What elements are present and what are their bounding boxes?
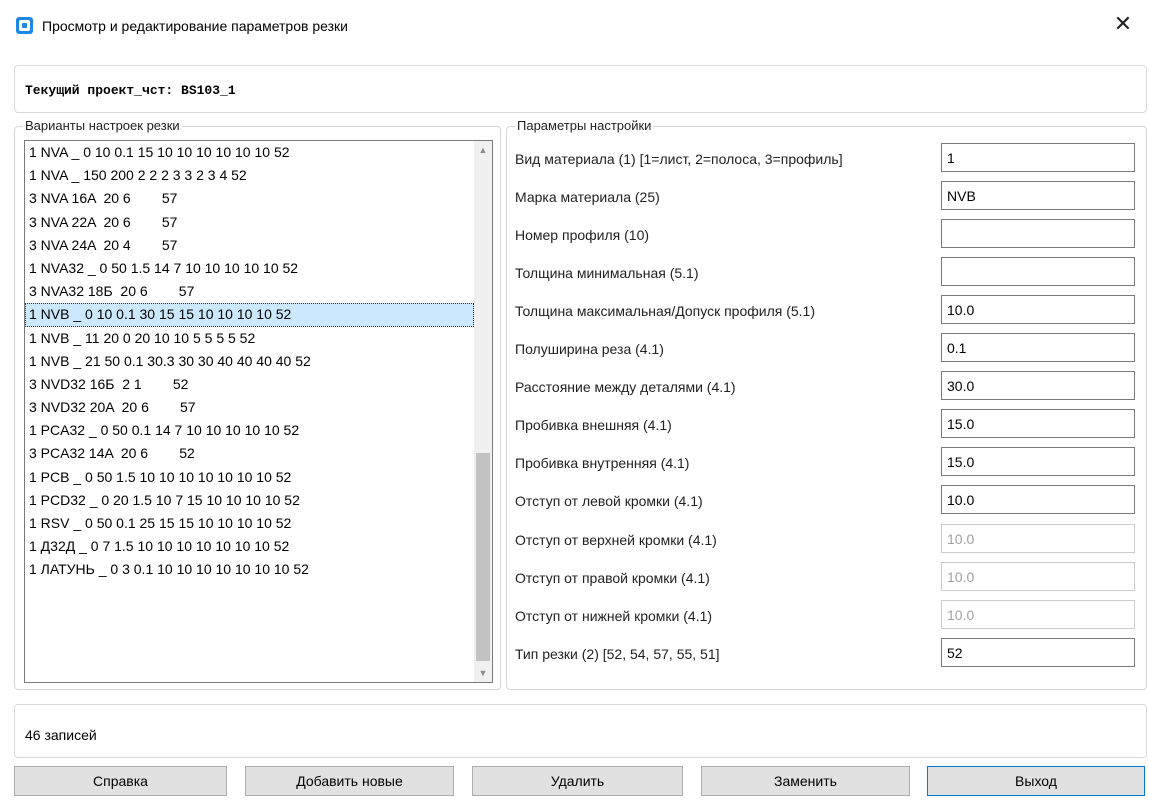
list-item[interactable]: 3 PCA32 14A 20 6 52 <box>25 442 474 465</box>
variants-group: Варианты настроек резки 1 NVA _ 0 10 0.1… <box>14 118 501 690</box>
list-item[interactable]: 1 NVA _ 0 10 0.1 15 10 10 10 10 10 10 52 <box>25 141 474 164</box>
param-label: Отступ от нижней кромки (4.1) <box>515 608 713 624</box>
param-label: Толщина минимальная (5.1) <box>515 265 699 281</box>
param-field[interactable] <box>941 524 1135 553</box>
list-item[interactable]: 1 NVA32 _ 0 50 1.5 14 7 10 10 10 10 10 5… <box>25 257 474 280</box>
param-label: Толщина максимальная/Допуск профиля (5.1… <box>515 303 816 319</box>
list-item[interactable]: 3 NVD32 16Б 2 1 52 <box>25 373 474 396</box>
list-item[interactable]: 1 PCD32 _ 0 20 1.5 10 7 15 10 10 10 10 5… <box>25 489 474 512</box>
param-field[interactable] <box>941 181 1135 210</box>
current-project-label: Текущий проект_чст: BS103_1 <box>25 83 236 98</box>
list-item[interactable]: 3 NVA 22A 20 6 57 <box>25 211 474 234</box>
status-panel: 46 записей <box>14 704 1147 758</box>
param-label: Расстояние между деталями (4.1) <box>515 379 736 395</box>
param-label: Тип резки (2) [52, 54, 57, 55, 51] <box>515 646 720 662</box>
help-button[interactable]: Справка <box>14 766 227 796</box>
param-field[interactable] <box>941 409 1135 438</box>
param-field[interactable] <box>941 485 1135 514</box>
list-item[interactable]: 3 NVD32 20A 20 6 57 <box>25 396 474 419</box>
param-label: Отступ от левой кромки (4.1) <box>515 493 703 509</box>
list-item[interactable]: 1 PCB _ 0 50 1.5 10 10 10 10 10 10 10 52 <box>25 466 474 489</box>
list-item[interactable]: 1 NVB _ 11 20 0 20 10 10 5 5 5 5 52 <box>25 327 474 350</box>
scroll-thumb[interactable] <box>476 453 490 661</box>
param-field[interactable] <box>941 257 1135 286</box>
list-item[interactable]: 3 NVA32 18Б 20 6 57 <box>25 280 474 303</box>
param-label: Номер профиля (10) <box>515 227 650 243</box>
list-item[interactable]: 1 PCA32 _ 0 50 0.1 14 7 10 10 10 10 10 5… <box>25 419 474 442</box>
replace-button[interactable]: Заменить <box>701 766 910 796</box>
list-item[interactable]: 3 NVA 24A 20 4 57 <box>25 234 474 257</box>
list-item[interactable]: 1 ЛАТУНЬ _ 0 3 0.1 10 10 10 10 10 10 10 … <box>25 558 474 581</box>
app-icon <box>16 17 33 34</box>
title-bar: Просмотр и редактирование параметров рез… <box>0 0 1149 52</box>
param-field[interactable] <box>941 371 1135 400</box>
exit-button[interactable]: Выход <box>927 766 1145 796</box>
variants-listbox[interactable]: 1 NVA _ 0 10 0.1 15 10 10 10 10 10 10 52… <box>24 140 493 683</box>
record-count: 46 записей <box>25 727 97 743</box>
param-label: Вид материала (1) [1=лист, 2=полоса, 3=п… <box>515 151 843 167</box>
list-item[interactable]: 1 RSV _ 0 50 0.1 25 15 15 10 10 10 10 52 <box>25 512 474 535</box>
close-icon[interactable]: ✕ <box>1109 10 1137 38</box>
param-label: Пробивка внешняя (4.1) <box>515 417 672 433</box>
project-panel: Текущий проект_чст: BS103_1 <box>14 65 1147 113</box>
param-field[interactable] <box>941 638 1135 667</box>
param-label: Пробивка внутренняя (4.1) <box>515 455 690 471</box>
param-field[interactable] <box>941 295 1135 324</box>
param-field[interactable] <box>941 333 1135 362</box>
variants-group-title: Варианты настроек резки <box>23 118 182 134</box>
param-field[interactable] <box>941 143 1135 172</box>
param-label: Марка материала (25) <box>515 189 660 205</box>
param-label: Полуширина реза (4.1) <box>515 341 664 357</box>
add-new-button[interactable]: Добавить новые <box>245 766 454 796</box>
variants-list-items: 1 NVA _ 0 10 0.1 15 10 10 10 10 10 10 52… <box>25 141 474 582</box>
list-item[interactable]: 1 NVB _ 0 10 0.1 30 15 15 10 10 10 10 52 <box>25 303 474 327</box>
params-group: Параметры настройки Вид материала (1) [1… <box>506 118 1147 690</box>
scroll-up-icon[interactable]: ▲ <box>474 141 492 159</box>
list-item[interactable]: 3 NVA 16A 20 6 57 <box>25 187 474 210</box>
scroll-down-icon[interactable]: ▼ <box>474 664 492 682</box>
param-field[interactable] <box>941 447 1135 476</box>
param-field[interactable] <box>941 219 1135 248</box>
delete-button[interactable]: Удалить <box>472 766 683 796</box>
list-item[interactable]: 1 Д32Д _ 0 7 1.5 10 10 10 10 10 10 10 52 <box>25 535 474 558</box>
params-group-title: Параметры настройки <box>515 118 654 134</box>
param-label: Отступ от правой кромки (4.1) <box>515 570 710 586</box>
window-title: Просмотр и редактирование параметров рез… <box>42 18 348 34</box>
param-field[interactable] <box>941 600 1135 629</box>
param-field[interactable] <box>941 562 1135 591</box>
list-item[interactable]: 1 NVA _ 150 200 2 2 2 3 3 2 3 4 52 <box>25 164 474 187</box>
list-item[interactable]: 1 NVB _ 21 50 0.1 30.3 30 30 40 40 40 40… <box>25 350 474 373</box>
param-label: Отступ от верхней кромки (4.1) <box>515 532 717 548</box>
variants-scrollbar[interactable]: ▲ ▼ <box>474 141 492 682</box>
